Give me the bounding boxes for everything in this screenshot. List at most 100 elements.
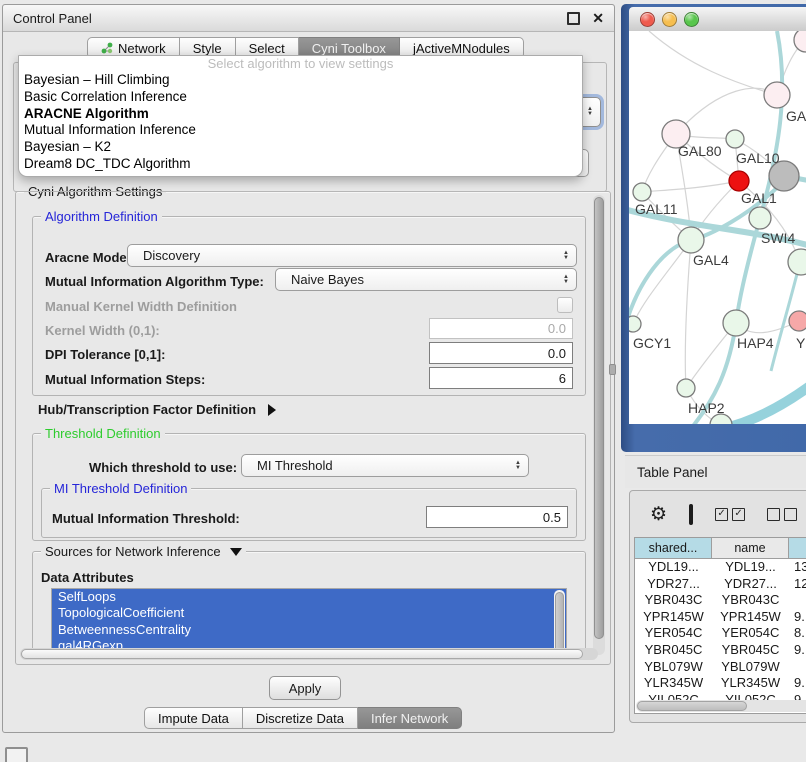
table-cell: YLR345W	[712, 675, 789, 692]
column-header-cut[interactable]	[789, 538, 806, 559]
table-cell: YER054C	[635, 625, 712, 642]
panel-splitter-handle[interactable]	[609, 364, 616, 375]
list-vertical-scrollbar[interactable]	[554, 590, 565, 655]
threshold-definition-group: Threshold Definition Which threshold to …	[32, 433, 586, 541]
node-label: GCY1	[633, 335, 671, 351]
mi-steps-field[interactable]: 6	[429, 367, 573, 389]
node-gcy1[interactable]	[629, 316, 641, 332]
node-label: HAP4	[737, 335, 774, 351]
mi-threshold-label: Mutual Information Threshold:	[52, 511, 240, 526]
gear-icon[interactable]: ⚙	[650, 505, 667, 524]
node-hap4[interactable]	[723, 310, 749, 336]
table-cell: YDR27...	[635, 576, 712, 593]
algorithm-option[interactable]: ARACNE Algorithm	[19, 106, 582, 123]
show-panel-icon[interactable]	[5, 747, 28, 762]
node-label: SWI4	[761, 230, 795, 246]
tab-impute-data[interactable]: Impute Data	[144, 707, 243, 729]
node-hap2[interactable]	[677, 379, 695, 397]
sources-group: Sources for Network Inference Data Attri…	[32, 551, 586, 656]
data-attribute-option[interactable]: TopologicalCoefficient	[52, 605, 566, 621]
manual-kernel-checkbox[interactable]	[557, 297, 573, 313]
node-label: Y	[796, 335, 806, 351]
table-row[interactable]: YER054CYER054C8.	[635, 625, 806, 642]
algorithm-option[interactable]: Basic Correlation Inference	[19, 89, 582, 106]
table-cell: YBL079W	[712, 659, 789, 676]
table-cell	[789, 659, 806, 676]
columns-icon[interactable]	[689, 504, 693, 525]
control-panel-window: Control Panel ✕ NetworkStyleSelectCyni T…	[2, 4, 615, 733]
table-cell: YBR043C	[635, 592, 712, 609]
algorithm-option[interactable]: Mutual Information Inference	[19, 122, 582, 139]
table-body: YDL19...YDL19...13YDR27...YDR27...12YBR0…	[635, 559, 806, 708]
combo-arrows-icon: ▲▼	[515, 461, 521, 471]
table-horizontal-scrollbar[interactable]	[636, 700, 806, 712]
dpi-tolerance-field[interactable]: 0.0	[429, 342, 573, 364]
mac-zoom-button[interactable]	[684, 12, 699, 27]
control-panel-titlebar[interactable]: Control Panel ✕	[3, 5, 614, 32]
combo-arrows-icon: ▲▼	[563, 275, 569, 285]
scrollbar-thumb[interactable]	[555, 592, 564, 653]
column-header-name[interactable]: name	[712, 538, 789, 559]
mi-threshold-field[interactable]: 0.5	[426, 506, 568, 528]
node-gal1[interactable]	[729, 171, 749, 191]
table-row[interactable]: YDL19...YDL19...13	[635, 559, 806, 576]
scrollbar-thumb[interactable]	[637, 701, 747, 711]
table-cell: 9.	[789, 675, 806, 692]
table-cell: 12	[789, 576, 806, 593]
collapsed-arrow-icon	[268, 404, 276, 416]
data-attribute-option[interactable]: BetweennessCentrality	[52, 622, 566, 638]
scrollbar-thumb[interactable]	[594, 197, 604, 639]
table-row[interactable]: YBR045CYBR045C9.	[635, 642, 806, 659]
network-window-titlebar[interactable]	[629, 7, 806, 32]
hub-section-toggle[interactable]: Hub/Transcription Factor Definition	[38, 402, 276, 417]
mi-type-combo[interactable]: Naive Bayes ▲▼	[275, 268, 577, 291]
table-row[interactable]: YDR27...YDR27...12	[635, 576, 806, 593]
node-swi4[interactable]	[749, 207, 771, 229]
algorithm-option[interactable]: Bayesian – K2	[19, 139, 582, 156]
node-right-green[interactable]	[788, 249, 806, 275]
apply-button[interactable]: Apply	[269, 676, 341, 700]
aracne-mode-combo[interactable]: Discovery ▲▼	[127, 244, 577, 267]
kernel-width-field[interactable]: 0.0	[429, 318, 573, 339]
node-gal4[interactable]	[678, 227, 704, 253]
table-cell: YDR27...	[712, 576, 789, 593]
tab-infer-network[interactable]: Infer Network	[358, 707, 462, 729]
mac-close-button[interactable]	[640, 12, 655, 27]
sources-group-title[interactable]: Sources for Network Inference	[41, 544, 246, 559]
mi-threshold-value: 0.5	[543, 510, 561, 525]
node-label: GAL10	[736, 150, 780, 166]
tab-label: Select	[249, 41, 285, 56]
column-header-shared...[interactable]: shared...	[635, 538, 712, 559]
node-gal10[interactable]	[726, 130, 744, 148]
settings-horizontal-scrollbar[interactable]	[20, 648, 598, 660]
unselect-all-checks-icon[interactable]	[767, 508, 797, 521]
scrollbar-thumb[interactable]	[21, 649, 583, 659]
which-threshold-combo[interactable]: MI Threshold ▲▼	[241, 454, 529, 477]
algorithm-popup-hint: Select algorithm to view settings	[19, 56, 582, 72]
tab-label: Infer Network	[371, 711, 448, 726]
algorithm-option[interactable]: Dream8 DC_TDC Algorithm	[19, 156, 582, 173]
checked-box-icon: ✓	[715, 508, 728, 521]
table-row[interactable]: YBR043CYBR043C	[635, 592, 806, 609]
algorithm-option[interactable]: Bayesian – Hill Climbing	[19, 72, 582, 89]
node-y-cut[interactable]	[789, 311, 806, 331]
restore-window-icon[interactable]	[567, 12, 580, 25]
combo-arrows-icon: ▲▼	[587, 107, 593, 117]
node-gal-cut[interactable]	[764, 82, 790, 108]
select-all-checks-icon[interactable]: ✓ ✓	[715, 508, 745, 521]
close-window-icon[interactable]: ✕	[592, 13, 604, 23]
mac-minimize-button[interactable]	[662, 12, 677, 27]
table-row[interactable]: YBL079WYBL079W	[635, 659, 806, 676]
table-row[interactable]: YPR145WYPR145W9.	[635, 609, 806, 626]
network-canvas[interactable]: GALGAL80GAL10GAL1GAL11SWI4GAL4GCY1HAP4YH…	[629, 31, 806, 424]
node-gal11[interactable]	[633, 183, 651, 201]
settings-vertical-scrollbar[interactable]	[593, 195, 605, 655]
expanded-arrow-icon	[230, 548, 242, 556]
data-attribute-option[interactable]: SelfLoops	[52, 589, 566, 605]
checked-box-icon: ✓	[732, 508, 745, 521]
table-row[interactable]: YLR345WYLR345W9.	[635, 675, 806, 692]
tab-discretize-data[interactable]: Discretize Data	[243, 707, 358, 729]
tab-label: jActiveMNodules	[413, 41, 510, 56]
node-top-right[interactable]	[794, 31, 806, 52]
mi-threshold-group-title: MI Threshold Definition	[50, 481, 191, 496]
